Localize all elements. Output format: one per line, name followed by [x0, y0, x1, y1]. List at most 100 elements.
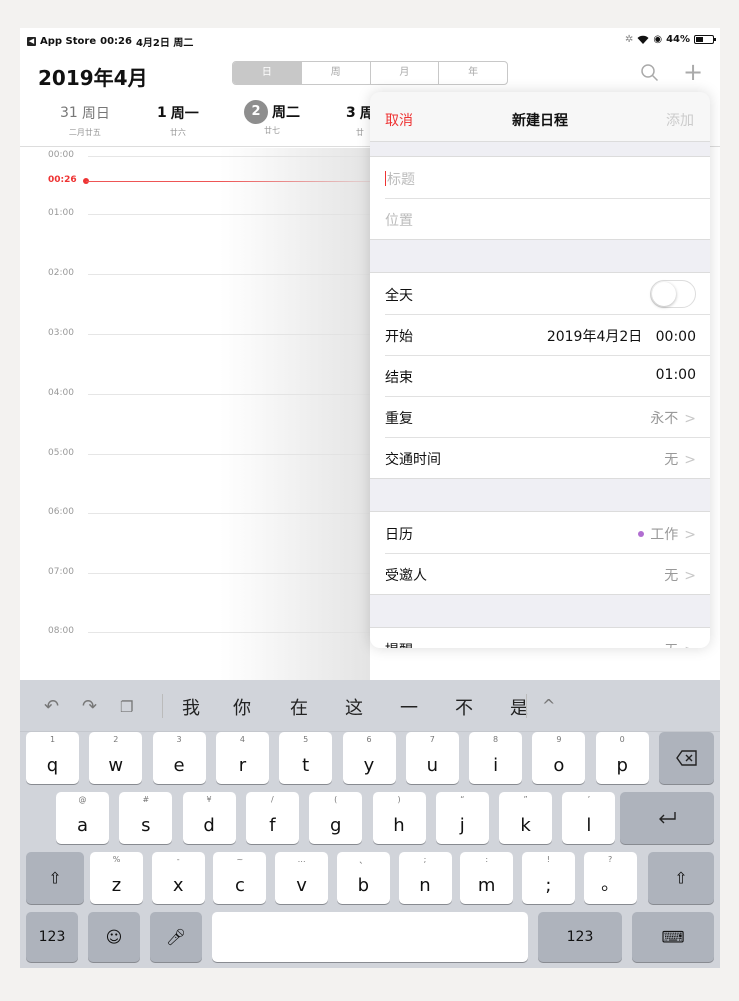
travel-time-row[interactable]: 交通时间 无 > [370, 437, 710, 478]
title-location-group: 标题 位置 [370, 156, 710, 240]
shift-icon: ⇧ [674, 868, 688, 888]
key-。[interactable]: ?。 [583, 852, 637, 904]
segment-day[interactable]: 日 [233, 62, 301, 84]
key-letter: o [553, 755, 565, 776]
paste-icon[interactable]: ❐ [120, 698, 133, 716]
day-2-selected[interactable]: 2 周二 廿七 [244, 100, 300, 136]
end-time[interactable]: 01:00 [656, 367, 696, 383]
key-u[interactable]: 7u [405, 732, 459, 784]
key-l[interactable]: ’ l [562, 792, 616, 844]
key-r[interactable]: 4r [215, 732, 269, 784]
calendar-row[interactable]: 日历 工作 > [370, 512, 710, 553]
candidate-word[interactable]: 我 [182, 694, 200, 720]
undo-icon[interactable]: ↶ [44, 696, 59, 717]
add-event-icon[interactable]: + [682, 60, 704, 84]
location-field[interactable]: 位置 [370, 198, 710, 239]
search-icon[interactable] [640, 63, 660, 83]
shift-key-left[interactable]: ⇧ [26, 852, 84, 904]
month-title[interactable]: 2019年4月 [38, 62, 148, 91]
key-hint: 7 [429, 735, 435, 744]
key-i[interactable]: 8i [469, 732, 523, 784]
key-letter: c [234, 875, 245, 896]
key-m[interactable]: :m [460, 852, 514, 904]
view-segmented-control[interactable]: 日 周 月 年 [232, 61, 508, 85]
candidate-word[interactable]: 这 [345, 694, 363, 720]
key-x[interactable]: -x [151, 852, 205, 904]
invitees-label: 受邀人 [385, 568, 427, 584]
return-key[interactable] [620, 792, 714, 844]
candidate-word[interactable]: 你 [233, 694, 251, 720]
key-v[interactable]: … v [275, 852, 329, 904]
start-row[interactable]: 开始 2019年4月2日 00:00 [370, 314, 710, 355]
key-o[interactable]: 9o [532, 732, 586, 784]
segment-month[interactable]: 月 [369, 62, 439, 84]
key-d[interactable]: ¥ d [182, 792, 236, 844]
expand-candidates-icon[interactable]: ^ [542, 696, 555, 715]
candidate-word[interactable]: 在 [290, 694, 308, 720]
hide-keyboard-key[interactable]: ⌨ [632, 912, 714, 962]
key-hint: # [142, 795, 150, 804]
key-b[interactable]: 、 b [336, 852, 390, 904]
key-z[interactable]: % z [90, 852, 143, 904]
key-w[interactable]: 2w [89, 732, 143, 784]
redo-icon[interactable]: ↷ [82, 696, 97, 717]
back-app-label[interactable]: App Store [40, 36, 96, 47]
key-g[interactable]: (g [309, 792, 363, 844]
numbers-key-right[interactable]: 123 [538, 912, 622, 962]
key-f[interactable]: / f [245, 792, 299, 844]
key-s[interactable]: # s [119, 792, 173, 844]
alert-row[interactable]: 提醒 无> [370, 628, 710, 648]
back-to-app-icon[interactable]: ◀ [27, 37, 36, 46]
key-letter: h [393, 815, 405, 836]
key-hint: 8 [493, 735, 499, 744]
candidate-word[interactable]: 一 [400, 694, 418, 720]
battery-percent: 44% [666, 34, 690, 45]
chevron-right-icon: > [684, 452, 696, 468]
title-input[interactable]: 标题 [385, 169, 415, 189]
key-letter: t [302, 755, 310, 776]
cancel-button[interactable]: 取消 [385, 110, 413, 130]
key-e[interactable]: 3e [152, 732, 206, 784]
key-hint: @ [78, 795, 87, 804]
hour-label: 03:00 [48, 328, 74, 338]
numbers-key-left[interactable]: 123 [26, 912, 78, 962]
keyboard-icon: ⌨ [661, 927, 685, 947]
key-j[interactable]: “j [435, 792, 489, 844]
all-day-toggle[interactable] [650, 280, 696, 308]
end-row[interactable]: 结束 01:00 [370, 355, 710, 396]
space-key[interactable] [212, 912, 528, 962]
day-31[interactable]: 31 周日 二月廿五 [60, 103, 110, 138]
invitees-value: 无 [664, 568, 679, 584]
shift-key-right[interactable]: ⇧ [648, 852, 714, 904]
key-a[interactable]: @ a [56, 792, 109, 844]
key-c[interactable]: ~ c [213, 852, 267, 904]
add-button[interactable]: 添加 [666, 110, 694, 130]
repeat-row[interactable]: 重复 永不 > [370, 396, 710, 437]
key-t[interactable]: 5t [279, 732, 333, 784]
day-weekday: 周二 [272, 105, 300, 121]
key-y[interactable]: 6y [342, 732, 396, 784]
toggle-knob [652, 282, 676, 306]
key-letter: k [520, 815, 531, 836]
key-hint: 0 [619, 735, 625, 744]
key-;[interactable]: !; [521, 852, 575, 904]
key-h[interactable]: ) h [372, 792, 426, 844]
key-p[interactable]: 0p [595, 732, 649, 784]
emoji-key[interactable]: ☺ [88, 912, 140, 962]
key-n[interactable]: ; n [398, 852, 452, 904]
candidate-word[interactable]: 不 [455, 694, 473, 720]
segment-week[interactable]: 周 [300, 62, 370, 84]
key-q[interactable]: 1q [26, 732, 79, 784]
popover-title: 新建日程 [512, 113, 568, 129]
start-value[interactable]: 2019年4月2日 00:00 [547, 326, 696, 346]
invitees-row[interactable]: 受邀人 无 > [370, 553, 710, 594]
alert-group: 提醒 无> [370, 627, 710, 648]
key-hint: 1 [49, 735, 56, 744]
status-left: ◀ App Store 00:26 4月2日 周二 [27, 34, 193, 49]
key-k[interactable]: ” k [499, 792, 553, 844]
day-1[interactable]: 1 周一 廿六 [157, 103, 199, 138]
dictation-key[interactable]: 🎤︎ [150, 912, 202, 962]
title-field[interactable]: 标题 [370, 157, 710, 198]
segment-year[interactable]: 年 [438, 62, 507, 84]
delete-key[interactable] [659, 732, 714, 784]
